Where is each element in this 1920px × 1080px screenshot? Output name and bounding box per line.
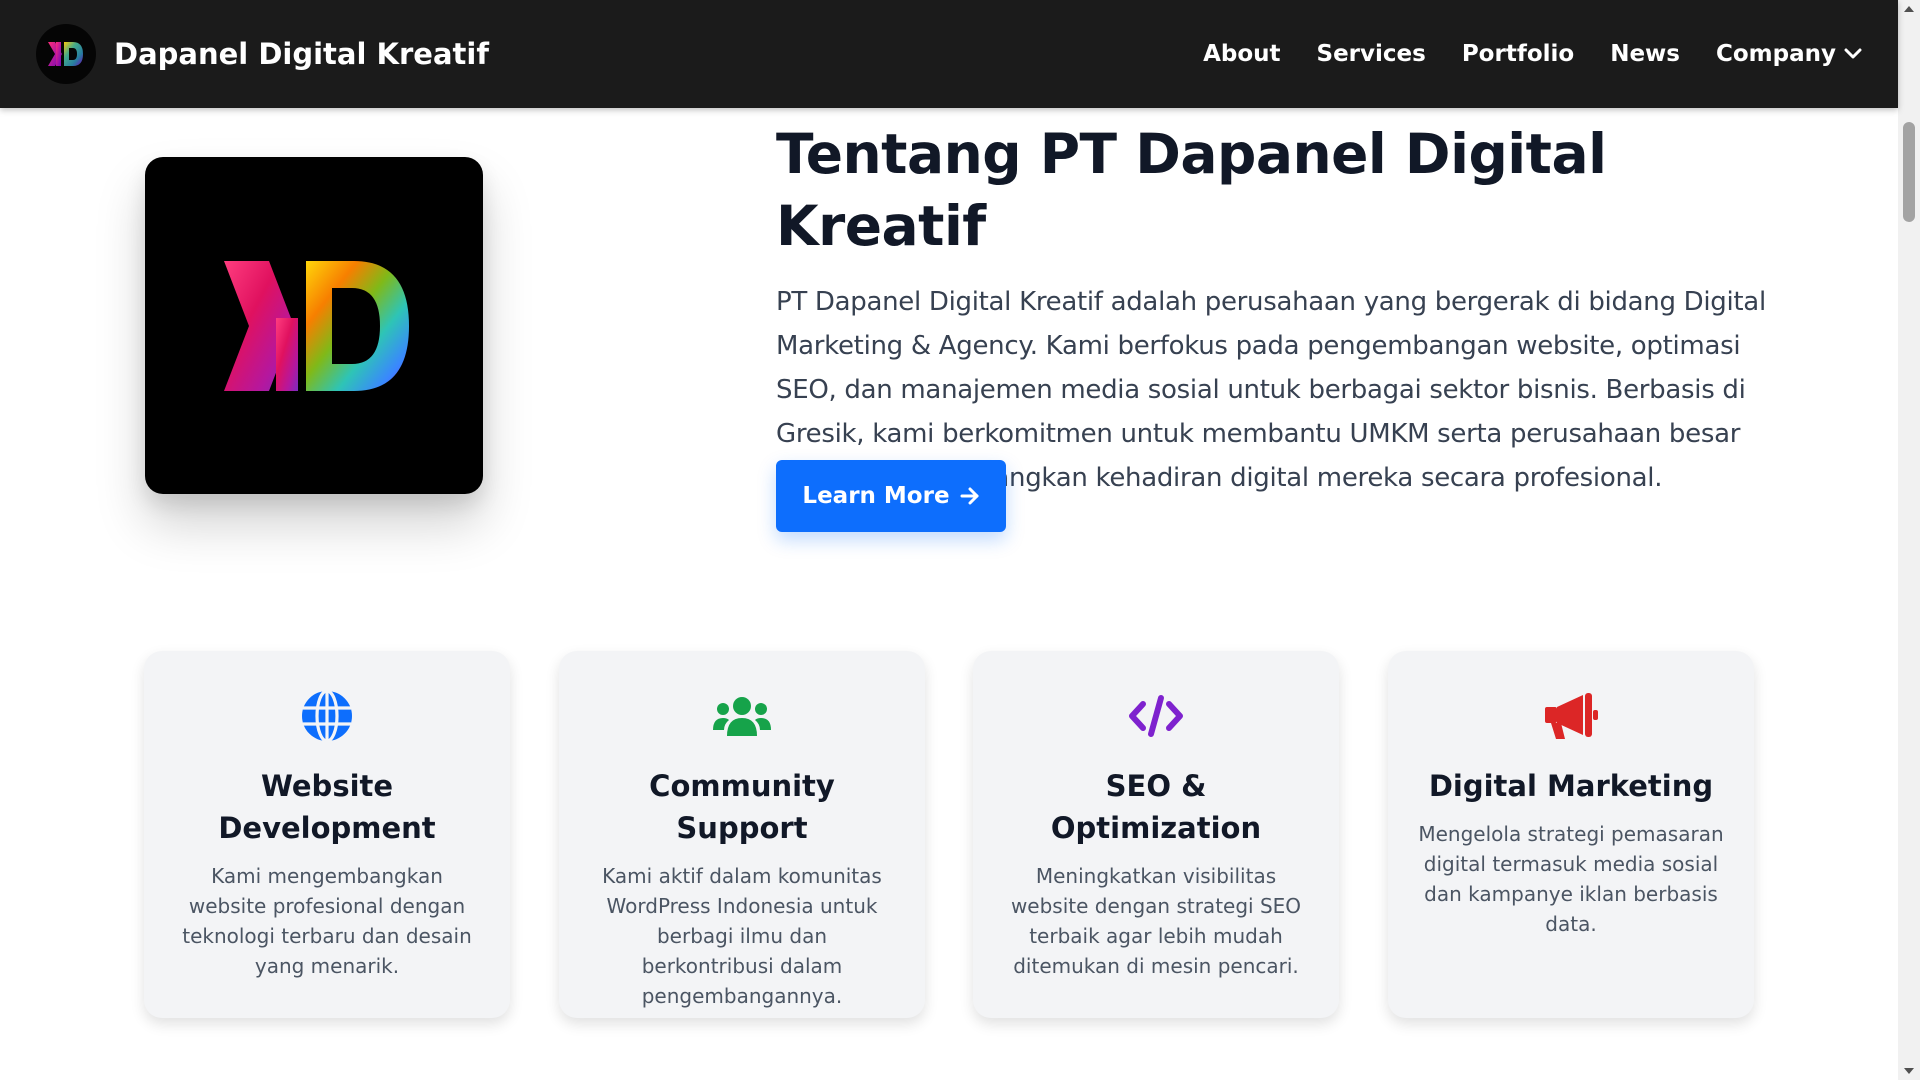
users-icon bbox=[713, 697, 771, 736]
nav-news[interactable]: News bbox=[1610, 41, 1680, 67]
scroll-thumb[interactable] bbox=[1903, 122, 1915, 222]
feature-card-website: Website Development Kami mengembangkan w… bbox=[144, 651, 510, 1018]
arrow-right-icon bbox=[960, 487, 979, 505]
feature-description: Kami aktif dalam komunitas WordPress Ind… bbox=[602, 864, 882, 1008]
megaphone-icon bbox=[1545, 693, 1598, 739]
company-logo-image bbox=[145, 157, 483, 494]
feature-description: Meningkatkan visibilitas website dengan … bbox=[1010, 864, 1302, 978]
scroll-up-arrow[interactable] bbox=[1898, 0, 1920, 18]
feature-title: Website Development bbox=[218, 769, 436, 845]
about-section: Tentang PT Dapanel Digital Kreatif PT Da… bbox=[776, 118, 1766, 500]
brand-link[interactable]: Dapanel Digital Kreatif bbox=[36, 24, 489, 84]
code-icon bbox=[1129, 695, 1183, 737]
kd-logo-icon bbox=[48, 42, 83, 66]
globe-icon bbox=[302, 689, 352, 743]
learn-more-button[interactable]: Learn More bbox=[776, 460, 1006, 532]
feature-title: SEO & Optimization bbox=[1050, 769, 1262, 845]
nav-about[interactable]: About bbox=[1203, 41, 1280, 67]
scroll-down-arrow[interactable] bbox=[1898, 1062, 1920, 1080]
feature-title: Digital Marketing bbox=[1428, 769, 1714, 803]
nav-company-label: Company bbox=[1716, 41, 1836, 67]
feature-card-marketing: Digital Marketing Mengelola strategi pem… bbox=[1388, 651, 1754, 1018]
nav-portfolio[interactable]: Portfolio bbox=[1462, 41, 1574, 67]
navbar: Dapanel Digital Kreatif About Services P… bbox=[0, 0, 1898, 108]
caret-up-icon bbox=[1904, 6, 1914, 12]
brand-name: Dapanel Digital Kreatif bbox=[114, 37, 489, 71]
feature-card-community: Community Support Kami aktif dalam komun… bbox=[559, 651, 925, 1018]
learn-more-label: Learn More bbox=[802, 483, 950, 509]
page-title: Tentang PT Dapanel Digital Kreatif bbox=[776, 122, 1607, 258]
nav-company-dropdown[interactable]: Company bbox=[1716, 41, 1862, 67]
kd-logo-large-icon bbox=[224, 260, 409, 391]
page-scrollbar[interactable] bbox=[1898, 0, 1920, 1080]
chevron-down-icon bbox=[1844, 48, 1862, 59]
main-nav: About Services Portfolio News Company bbox=[1167, 41, 1862, 67]
caret-down-icon bbox=[1904, 1068, 1914, 1074]
feature-description: Mengelola strategi pemasaran digital ter… bbox=[1418, 822, 1724, 936]
feature-card-seo: SEO & Optimization Meningkatkan visibili… bbox=[973, 651, 1339, 1018]
feature-title: Community Support bbox=[649, 769, 835, 845]
feature-description: Kami mengembangkan website profesional d… bbox=[182, 864, 472, 978]
brand-logo bbox=[36, 24, 96, 84]
nav-services[interactable]: Services bbox=[1317, 41, 1426, 67]
